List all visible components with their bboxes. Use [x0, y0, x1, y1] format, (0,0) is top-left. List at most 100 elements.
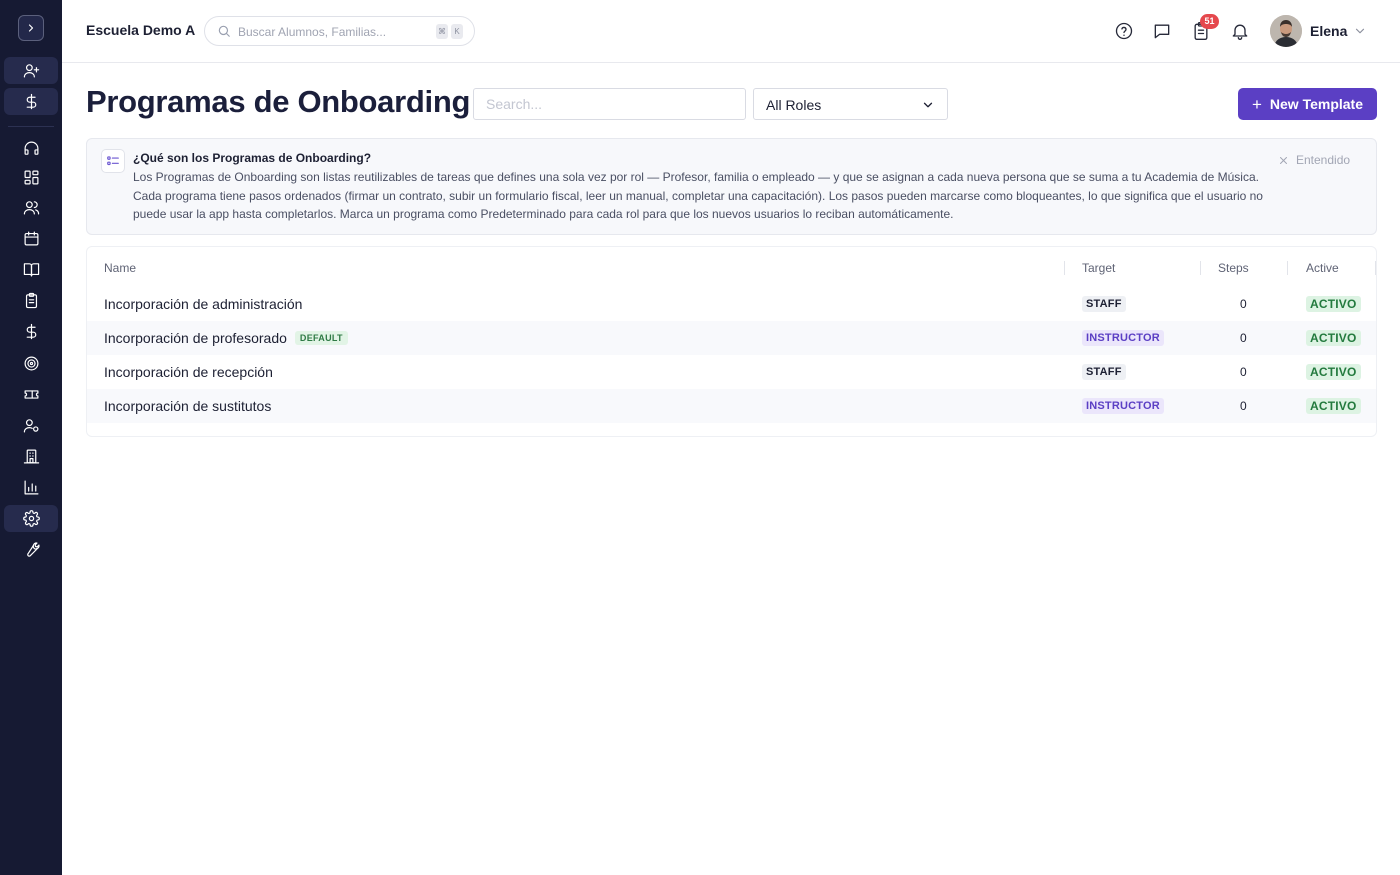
sidebar-divider — [8, 126, 54, 127]
notifications-button[interactable] — [1230, 21, 1250, 41]
sidebar-item-settings[interactable] — [4, 505, 58, 532]
user-photo-icon — [1270, 15, 1302, 47]
help-button[interactable] — [1114, 21, 1134, 41]
sidebar-item-payments[interactable] — [4, 88, 58, 115]
info-title: ¿Qué son los Programas de Onboarding? — [133, 151, 372, 165]
headset-icon — [24, 141, 38, 155]
status-badge[interactable]: ACTIVO — [1306, 364, 1361, 380]
column-header-active[interactable]: Active — [1306, 261, 1339, 275]
template-name: Incorporación de sustitutos — [104, 398, 272, 414]
notification-count-badge: 51 — [1200, 14, 1219, 29]
sidebar-item-reports[interactable] — [4, 474, 58, 501]
template-name-cell: Incorporación de profesorado DEFAULT — [104, 330, 348, 346]
target-role-badge: STAFF — [1082, 296, 1126, 312]
status-badge[interactable]: ACTIVO — [1306, 296, 1361, 312]
status-badge[interactable]: ACTIVO — [1306, 330, 1361, 346]
shortcut-key-cmd: ⌘ — [436, 24, 448, 39]
column-header-target[interactable]: Target — [1082, 261, 1115, 275]
page-title: Programas de Onboarding — [86, 84, 471, 119]
sidebar-item-support[interactable] — [4, 135, 58, 162]
bar-chart-icon — [24, 480, 38, 495]
chevron-right-icon — [28, 24, 34, 32]
messages-button[interactable] — [1152, 21, 1172, 41]
steps-count: 0 — [1240, 399, 1247, 413]
steps-count: 0 — [1240, 297, 1247, 311]
table-row[interactable]: Incorporación de sustitutos INSTRUCTOR 0… — [87, 389, 1376, 423]
plus-icon: + — [1251, 94, 1262, 114]
dismiss-info-button[interactable]: Entendido — [1279, 153, 1350, 167]
sidebar-item-tasks[interactable] — [4, 287, 58, 314]
chat-icon — [1154, 24, 1170, 39]
sidebar-item-dashboard[interactable] — [4, 164, 58, 191]
table-row[interactable]: Incorporación de profesorado DEFAULT INS… — [87, 321, 1376, 355]
template-name: Incorporación de recepción — [104, 364, 273, 380]
template-search-input[interactable] — [473, 88, 746, 120]
bell-icon — [1232, 24, 1248, 40]
target-role-badge: INSTRUCTOR — [1082, 398, 1164, 414]
template-name: Incorporación de profesorado — [104, 330, 287, 346]
template-name-cell: Incorporación de recepción — [104, 364, 273, 380]
sidebar-item-tools[interactable] — [4, 536, 58, 563]
ticket-icon — [24, 390, 38, 399]
list-checks-icon — [101, 149, 125, 173]
school-name[interactable]: Escuela Demo A — [86, 22, 195, 38]
grid-icon — [24, 170, 38, 185]
book-icon — [23, 263, 39, 277]
sidebar-item-billing[interactable] — [4, 318, 58, 345]
sidebar-item-locations[interactable] — [4, 443, 58, 470]
table-row[interactable]: Incorporación de administración STAFF 0 … — [87, 287, 1376, 321]
column-divider — [1375, 261, 1376, 275]
column-divider — [1200, 261, 1201, 275]
clipboard-icon — [25, 292, 37, 309]
sidebar-item-events[interactable] — [4, 381, 58, 408]
column-header-steps[interactable]: Steps — [1218, 261, 1249, 275]
topbar: Escuela Demo A Buscar Alumnos, Familias.… — [62, 0, 1400, 63]
role-filter-select[interactable]: All Roles — [753, 88, 948, 120]
dismiss-label: Entendido — [1296, 153, 1351, 167]
steps-count: 0 — [1240, 365, 1247, 379]
template-name-cell: Incorporación de sustitutos — [104, 398, 271, 414]
onboarding-info-callout: ¿Qué son los Programas de Onboarding? Lo… — [86, 138, 1377, 235]
sidebar-item-library[interactable] — [4, 256, 58, 283]
templates-table: Name Target Steps Active Incorporación d… — [86, 246, 1377, 437]
calendar-icon — [24, 231, 38, 246]
sidebar-item-calendar[interactable] — [4, 225, 58, 252]
app-root: Escuela Demo A Buscar Alumnos, Familias.… — [0, 0, 1400, 875]
role-filter-value: All Roles — [766, 97, 822, 113]
sidebar-item-add-student[interactable] — [4, 57, 58, 84]
building-icon — [23, 449, 39, 464]
table-row[interactable]: Incorporación de recepción STAFF 0 ACTIV… — [87, 355, 1376, 389]
column-divider — [1064, 261, 1065, 275]
search-icon — [218, 25, 230, 37]
dollar-icon — [26, 93, 36, 110]
sidebar-toggle-button[interactable] — [18, 15, 44, 41]
sidebar-item-people[interactable] — [4, 194, 58, 221]
default-badge: DEFAULT — [294, 331, 348, 345]
chevron-down-icon — [923, 102, 933, 108]
global-search-placeholder: Buscar Alumnos, Familias... — [238, 25, 387, 39]
steps-count: 0 — [1240, 331, 1247, 345]
column-divider — [1287, 261, 1288, 275]
chevron-down-icon[interactable] — [1353, 24, 1367, 38]
user-menu-name[interactable]: Elena — [1310, 23, 1347, 39]
dollar-icon — [26, 323, 36, 340]
new-template-button[interactable]: + New Template — [1238, 88, 1377, 120]
user-plus-icon — [23, 64, 39, 78]
global-search-input[interactable]: Buscar Alumnos, Familias... ⌘ K — [204, 16, 475, 46]
close-icon — [1280, 156, 1287, 164]
target-role-badge: STAFF — [1082, 364, 1126, 380]
sidebar-item-user-settings[interactable] — [4, 412, 58, 439]
help-circle-icon — [1115, 22, 1133, 40]
shortcut-key-k: K — [451, 24, 463, 39]
info-body: Los Programas de Onboarding son listas r… — [133, 170, 1263, 221]
new-template-label: New Template — [1269, 96, 1364, 112]
avatar[interactable] — [1270, 15, 1302, 47]
target-icon — [24, 356, 38, 371]
user-settings-icon — [23, 419, 38, 433]
status-badge[interactable]: ACTIVO — [1306, 398, 1361, 414]
template-name-cell: Incorporación de administración — [104, 296, 302, 312]
target-role-badge: INSTRUCTOR — [1082, 330, 1164, 346]
sidebar-item-goals[interactable] — [4, 350, 58, 377]
sidebar — [0, 0, 62, 875]
column-header-name[interactable]: Name — [104, 261, 136, 275]
